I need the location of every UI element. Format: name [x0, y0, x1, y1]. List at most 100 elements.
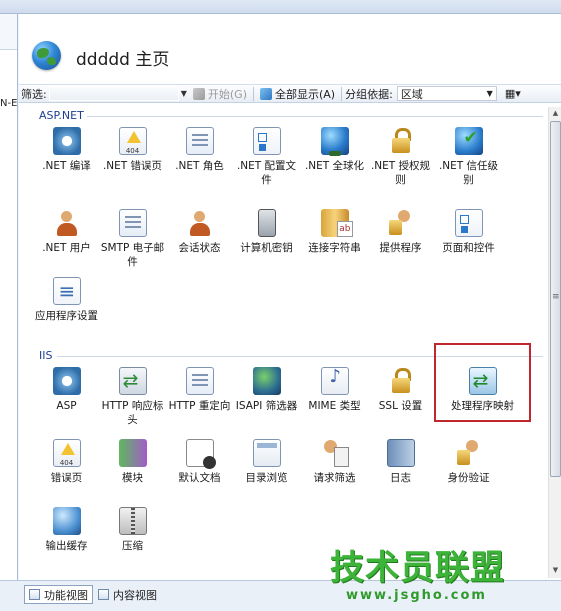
main-panel: ddddd 主页 筛选: ▼ 开始(G) 全部显示(A) 分组依据: 区域 ▼ … — [19, 14, 561, 580]
group-by-value: 区域 — [400, 87, 423, 101]
feature-tile[interactable]: HTTP 响应标头 — [99, 367, 166, 427]
show-all-button-label: 全部显示(A) — [274, 87, 336, 101]
profile-icon — [252, 127, 281, 155]
feature-tile[interactable]: ASP — [33, 367, 100, 413]
section-divider — [87, 116, 543, 117]
feature-label: 错误页 — [50, 472, 83, 484]
authentication-icon — [455, 439, 483, 467]
tab-content-view[interactable]: 内容视图 — [94, 585, 161, 604]
feature-tile[interactable]: .NET 全球化 — [301, 127, 368, 173]
filter-dropdown-arrow-icon[interactable]: ▼ — [181, 89, 187, 98]
vertical-scrollbar[interactable]: ▲ ▼ — [548, 107, 561, 578]
session-icon — [186, 209, 214, 237]
watermark-url: www.jsgho.com — [346, 588, 487, 603]
feature-label: 计算机密钥 — [240, 242, 293, 254]
feature-tile[interactable]: MIME 类型 — [301, 367, 368, 413]
filter-toolbar: 筛选: ▼ 开始(G) 全部显示(A) 分组依据: 区域 ▼ ▦▾ — [19, 84, 561, 103]
feature-label: 目录浏览 — [245, 472, 288, 484]
chevron-down-icon: ▼ — [486, 89, 493, 98]
providers-icon — [387, 209, 415, 237]
features-list: ASP.NET .NET 编译 .NET 错误页 .NET 角色 .NET 配置… — [21, 105, 547, 580]
feature-tile[interactable]: 请求筛选 — [301, 439, 368, 485]
feature-label: 请求筛选 — [313, 472, 356, 484]
feature-tile[interactable]: .NET 信任级别 — [435, 127, 502, 187]
connections-tree-item[interactable]: N-E — [0, 98, 17, 109]
feature-label: SSL 设置 — [378, 400, 423, 412]
group-by-select[interactable]: 区域 ▼ — [396, 86, 497, 101]
feature-tile[interactable]: 连接字符串 — [301, 209, 368, 255]
feature-tile[interactable]: 应用程序设置 — [33, 277, 100, 323]
request-filtering-icon — [321, 439, 349, 467]
feature-tile[interactable]: 默认文档 — [166, 439, 233, 485]
tab-content-view-label: 内容视图 — [113, 588, 157, 602]
response-headers-icon — [118, 367, 147, 395]
feature-tile[interactable]: 提供程序 — [367, 209, 434, 255]
compile-icon — [52, 127, 81, 155]
default-document-icon — [185, 439, 216, 469]
ssl-lock-icon — [387, 367, 415, 395]
asp-icon — [52, 367, 81, 395]
feature-label: ISAPI 筛选器 — [235, 400, 298, 412]
error-page-icon — [52, 439, 81, 470]
mime-icon — [320, 367, 349, 395]
connections-pane-header — [0, 14, 17, 50]
feature-label: .NET 编译 — [42, 160, 91, 172]
view-mode-button[interactable]: ▦▾ — [505, 87, 521, 100]
group-by-label: 分组依据: — [345, 87, 393, 101]
toolbar-separator — [252, 86, 254, 101]
tab-features-view[interactable]: 功能视图 — [24, 585, 93, 604]
feature-tile[interactable]: .NET 角色 — [166, 127, 233, 173]
feature-label: 压缩 — [122, 540, 143, 552]
scroll-up-icon[interactable]: ▲ — [549, 107, 561, 120]
feature-tile[interactable]: 计算机密钥 — [233, 209, 300, 255]
start-button[interactable]: 开始(G) — [190, 86, 250, 102]
feature-label: HTTP 响应标头 — [101, 400, 164, 426]
feature-label: SMTP 电子邮件 — [100, 242, 165, 268]
user-icon — [53, 209, 81, 237]
filter-input[interactable] — [48, 86, 179, 101]
trust-icon — [454, 127, 483, 155]
feature-label: .NET 用户 — [42, 242, 91, 254]
start-button-label: 开始(G) — [207, 87, 247, 101]
connections-pane[interactable]: N-E — [0, 14, 18, 580]
feature-tile[interactable]: ISAPI 筛选器 — [233, 367, 300, 413]
feature-tile[interactable]: 会话状态 — [166, 209, 233, 255]
scrollbar-thumb[interactable] — [550, 121, 561, 477]
feature-tile[interactable]: 输出缓存 — [33, 507, 100, 553]
feature-tile[interactable]: 页面和控件 — [435, 209, 502, 255]
feature-tile[interactable]: 目录浏览 — [233, 439, 300, 485]
feature-label: .NET 全球化 — [304, 160, 365, 172]
feature-tile[interactable]: SSL 设置 — [367, 367, 434, 413]
feature-tile[interactable]: 身份验证 — [435, 439, 502, 485]
directory-browsing-icon — [252, 439, 281, 467]
feature-tile[interactable]: HTTP 重定向 — [166, 367, 233, 413]
mail-icon — [118, 209, 147, 237]
feature-tile[interactable]: 模块 — [99, 439, 166, 485]
feature-tile[interactable]: 压缩 — [99, 507, 166, 553]
roles-icon — [185, 127, 214, 155]
feature-label: .NET 授权规则 — [370, 160, 431, 186]
content-view-icon — [98, 589, 109, 600]
isapi-icon — [252, 367, 281, 395]
tab-features-view-label: 功能视图 — [44, 588, 88, 602]
feature-tile[interactable]: .NET 错误页 — [99, 127, 166, 173]
lock-icon — [387, 127, 415, 155]
show-all-button[interactable]: 全部显示(A) — [257, 86, 338, 102]
start-icon — [192, 87, 205, 100]
feature-label: 身份验证 — [447, 472, 490, 484]
feature-tile[interactable]: .NET 编译 — [33, 127, 100, 173]
feature-tile[interactable]: 日志 — [367, 439, 434, 485]
feature-tile[interactable]: .NET 用户 — [33, 209, 100, 255]
feature-tile[interactable]: 错误页 — [33, 439, 100, 485]
app-settings-icon — [52, 277, 81, 305]
section-header-iis[interactable]: IIS — [39, 349, 52, 362]
feature-tile[interactable]: SMTP 电子邮件 — [99, 209, 166, 269]
feature-label: 提供程序 — [379, 242, 422, 254]
feature-label: 连接字符串 — [308, 242, 361, 254]
feature-tile[interactable]: .NET 配置文件 — [233, 127, 300, 187]
section-header-aspnet[interactable]: ASP.NET — [39, 109, 84, 122]
site-globe-icon — [32, 41, 61, 70]
feature-label: .NET 角色 — [175, 160, 224, 172]
feature-tile[interactable]: .NET 授权规则 — [367, 127, 434, 187]
error-page-icon — [118, 127, 147, 158]
